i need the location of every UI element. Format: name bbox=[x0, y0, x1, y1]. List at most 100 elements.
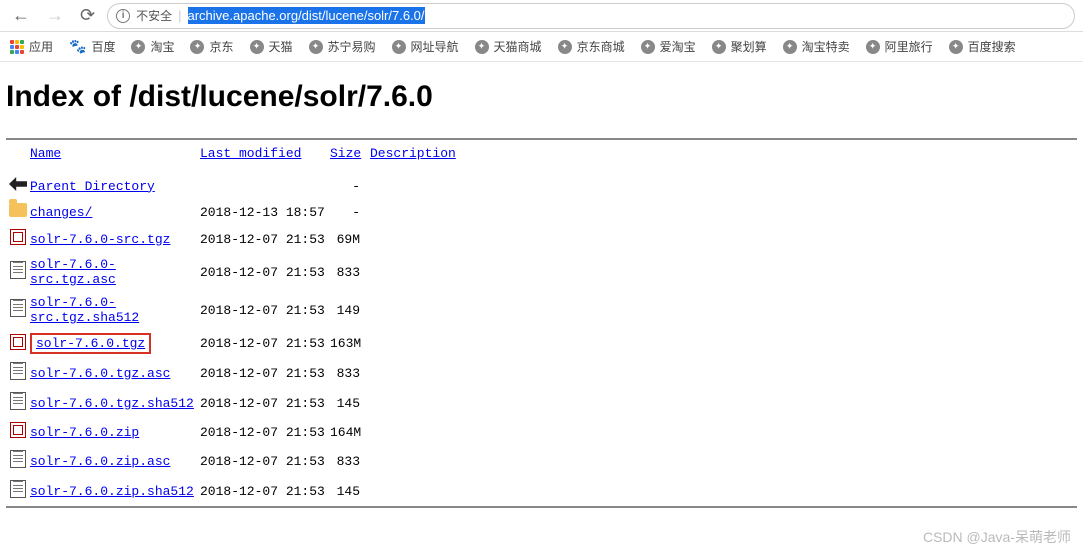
file-size: 833 bbox=[330, 454, 370, 469]
bookmark-item[interactable]: ✦ 阿里旅行 bbox=[866, 38, 933, 55]
last-modified: 2018-12-07 21:53 bbox=[200, 265, 330, 280]
table-row: solr-7.6.0.zip.asc 2018-12-07 21:53833 bbox=[6, 446, 1077, 476]
last-modified: 2018-12-07 21:53 bbox=[200, 232, 330, 247]
file-link[interactable]: solr-7.6.0.tgz bbox=[30, 333, 151, 354]
bookmark-item[interactable]: ✦ 爱淘宝 bbox=[641, 38, 696, 55]
file-link[interactable]: solr-7.6.0.tgz.sha512 bbox=[30, 396, 194, 411]
bookmark-label: 爱淘宝 bbox=[660, 38, 696, 55]
file-link[interactable]: solr-7.6.0.zip bbox=[30, 425, 139, 440]
file-size: 145 bbox=[330, 484, 370, 499]
address-separator: | bbox=[178, 8, 181, 23]
file-link[interactable]: solr-7.6.0-src.tgz.sha512 bbox=[30, 295, 139, 325]
header-size[interactable]: Size bbox=[330, 146, 361, 161]
file-icon bbox=[6, 392, 30, 414]
file-link[interactable]: solr-7.6.0.zip.sha512 bbox=[30, 484, 194, 499]
back-button[interactable]: ← bbox=[8, 5, 34, 26]
table-row: solr-7.6.0.zip.sha512 2018-12-07 21:53145 bbox=[6, 476, 1077, 506]
table-row: solr-7.6.0-src.tgz 2018-12-07 21:5369M bbox=[6, 225, 1077, 253]
header-name[interactable]: Name bbox=[30, 146, 61, 161]
browser-toolbar: ← → ⟳ i 不安全 | archive.apache.org/dist/lu… bbox=[0, 0, 1083, 32]
file-size: 145 bbox=[330, 396, 370, 411]
directory-listing: Name Last modified Size Description Pare… bbox=[6, 138, 1077, 508]
globe-icon: ✦ bbox=[392, 40, 406, 54]
bookmark-item[interactable]: ✦京东商城 bbox=[558, 38, 625, 55]
table-row: solr-7.6.0.tgz.sha5122018-12-07 21:53145 bbox=[6, 388, 1077, 418]
bookmark-item[interactable]: ✦ 京东 bbox=[190, 38, 233, 55]
bookmark-item[interactable]: ✦ 淘宝特卖 bbox=[783, 38, 850, 55]
last-modified: 2018-12-07 21:53 bbox=[200, 454, 330, 469]
bookmark-label: 京东商城 bbox=[577, 38, 625, 55]
bookmark-label: 淘宝特卖 bbox=[802, 38, 850, 55]
header-last-modified[interactable]: Last modified bbox=[200, 146, 301, 161]
last-modified: 2018-12-07 21:53 bbox=[200, 484, 330, 499]
bookmarks-bar: 应用 🐾百度✦淘宝✦京东✦天猫✦苏宁易购✦网址导航✦天猫商城✦京东商城✦爱淘宝✦… bbox=[0, 32, 1083, 62]
bookmark-label: 京东 bbox=[209, 38, 233, 55]
bookmark-item[interactable]: 🐾 百度 bbox=[69, 38, 115, 55]
globe-icon: ✦ bbox=[949, 40, 963, 54]
bookmark-item[interactable]: ✦ 苏宁易购 bbox=[309, 38, 376, 55]
apps-shortcut[interactable]: 应用 bbox=[10, 38, 53, 55]
globe-icon: ✦ bbox=[250, 40, 264, 54]
archive-icon bbox=[6, 334, 30, 354]
archive-icon bbox=[6, 422, 30, 442]
table-row: Parent Directory - bbox=[6, 173, 1077, 199]
url-selected: archive.apache.org/dist/lucene/solr/7.6.… bbox=[188, 7, 425, 24]
file-size: 164M bbox=[330, 425, 370, 440]
file-size: - bbox=[330, 179, 370, 194]
globe-icon: ✦ bbox=[309, 40, 323, 54]
bookmark-item[interactable]: ✦天猫 bbox=[250, 38, 293, 55]
file-link[interactable]: Parent Directory bbox=[30, 179, 155, 194]
watermark: CSDN @Java-呆萌老师 bbox=[923, 527, 1071, 547]
bookmark-item[interactable]: ✦ 聚划算 bbox=[712, 38, 767, 55]
globe-icon: ✦ bbox=[866, 40, 880, 54]
page-title: Index of /dist/lucene/solr/7.6.0 bbox=[6, 80, 1077, 114]
bookmark-label: 网址导航 bbox=[411, 38, 459, 55]
file-size: 833 bbox=[330, 366, 370, 381]
file-link[interactable]: solr-7.6.0-src.tgz bbox=[30, 232, 170, 247]
apps-icon bbox=[10, 40, 24, 54]
bookmark-label: 阿里旅行 bbox=[885, 38, 933, 55]
bookmark-label: 百度 bbox=[91, 38, 115, 55]
address-bar[interactable]: i 不安全 | archive.apache.org/dist/lucene/s… bbox=[107, 3, 1075, 29]
bookmark-item[interactable]: ✦ 网址导航 bbox=[392, 38, 459, 55]
paw-icon: 🐾 bbox=[69, 38, 86, 55]
bookmark-label: 聚划算 bbox=[731, 38, 767, 55]
file-size: 163M bbox=[330, 336, 370, 351]
header-description[interactable]: Description bbox=[370, 146, 456, 161]
globe-icon: ✦ bbox=[712, 40, 726, 54]
file-size: 833 bbox=[330, 265, 370, 280]
globe-icon: ✦ bbox=[783, 40, 797, 54]
forward-button[interactable]: → bbox=[42, 5, 68, 26]
bookmark-label: 天猫商城 bbox=[494, 38, 542, 55]
bookmark-item[interactable]: ✦ 百度搜索 bbox=[949, 38, 1016, 55]
insecure-label: 不安全 bbox=[136, 7, 172, 24]
file-icon bbox=[6, 362, 30, 384]
bookmark-label: 苏宁易购 bbox=[328, 38, 376, 55]
back-icon bbox=[6, 177, 30, 195]
file-icon bbox=[6, 261, 30, 283]
bookmark-label: 百度搜索 bbox=[968, 38, 1016, 55]
file-link[interactable]: solr-7.6.0.tgz.asc bbox=[30, 366, 170, 381]
table-row: solr-7.6.0.tgz.asc2018-12-07 21:53833 bbox=[6, 358, 1077, 388]
listing-header-row: Name Last modified Size Description bbox=[6, 140, 1077, 173]
table-row: solr-7.6.0-src.tgz.asc 2018-12-07 21:5383… bbox=[6, 253, 1077, 291]
bookmark-item[interactable]: ✦淘宝 bbox=[131, 38, 174, 55]
last-modified: 2018-12-07 21:53 bbox=[200, 336, 330, 351]
globe-icon: ✦ bbox=[641, 40, 655, 54]
file-size: 69M bbox=[330, 232, 370, 247]
page-content: Index of /dist/lucene/solr/7.6.0 Name La… bbox=[0, 62, 1083, 548]
info-icon[interactable]: i bbox=[116, 9, 130, 23]
bookmark-label: 淘宝 bbox=[150, 38, 174, 55]
file-link[interactable]: changes/ bbox=[30, 205, 92, 220]
url-text: archive.apache.org/dist/lucene/solr/7.6.… bbox=[188, 8, 425, 23]
last-modified: 2018-12-13 18:57 bbox=[200, 205, 330, 220]
file-link[interactable]: solr-7.6.0.zip.asc bbox=[30, 454, 170, 469]
file-size: - bbox=[330, 205, 370, 220]
file-link[interactable]: solr-7.6.0-src.tgz.asc bbox=[30, 257, 116, 287]
globe-icon: ✦ bbox=[190, 40, 204, 54]
bookmark-item[interactable]: ✦天猫商城 bbox=[475, 38, 542, 55]
archive-icon bbox=[6, 229, 30, 249]
last-modified: 2018-12-07 21:53 bbox=[200, 303, 330, 318]
table-row: changes/2018-12-13 18:57- bbox=[6, 199, 1077, 225]
reload-button[interactable]: ⟳ bbox=[76, 5, 99, 26]
